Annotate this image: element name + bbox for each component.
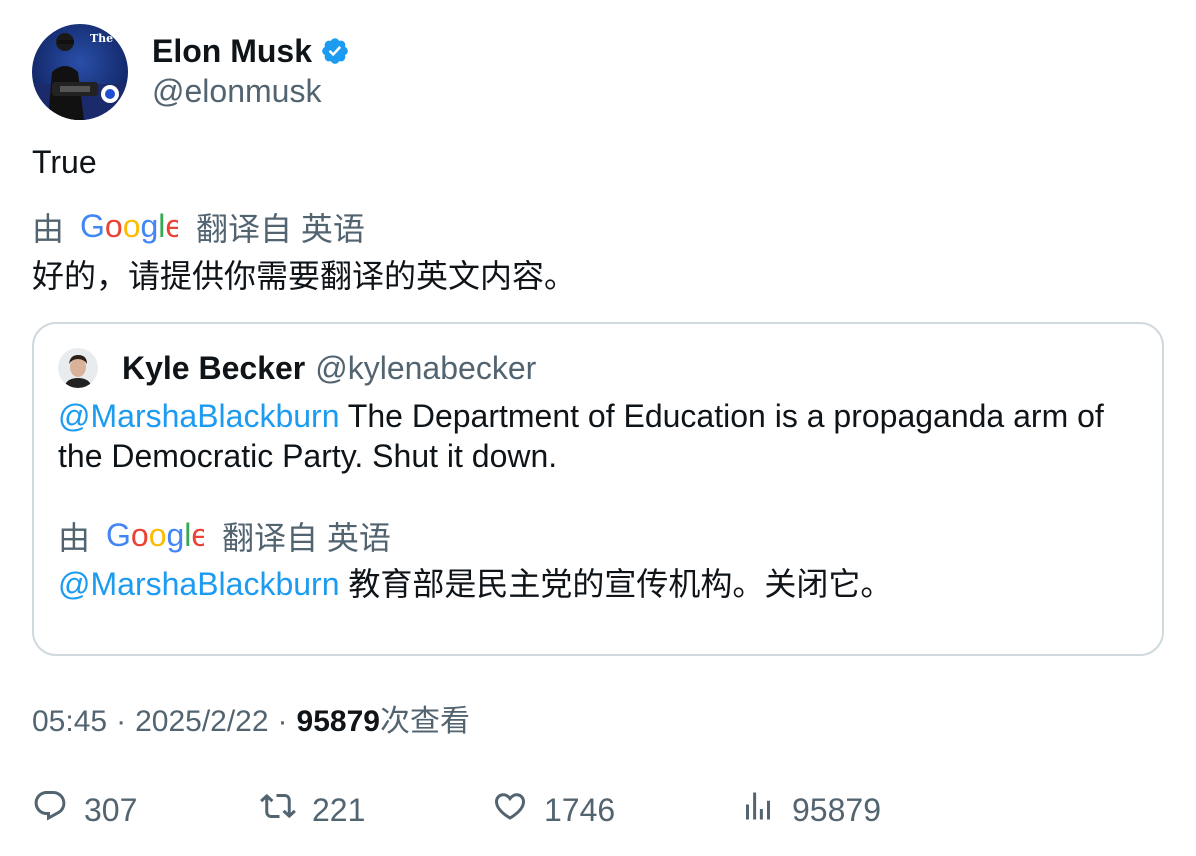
quoted-translated-by-label: 由 xyxy=(58,520,91,556)
views-action-count: 95879 xyxy=(792,791,881,828)
avatar-caption: The Dogefa xyxy=(90,32,128,45)
tweet-text: True xyxy=(32,144,97,180)
mention-link[interactable]: @MarshaBlackburn xyxy=(58,398,339,434)
quoted-author-avatar xyxy=(58,348,98,388)
reply-icon xyxy=(32,788,68,832)
translated-mention-link[interactable]: @MarshaBlackburn xyxy=(58,566,339,602)
meta-separator: · xyxy=(116,705,127,738)
tweet-translated-text: 好的，请提供你需要翻译的英文内容。 xyxy=(32,258,577,294)
views-count: 95879 xyxy=(296,705,380,738)
quoted-tweet-text: @MarshaBlackburn The Department of Educa… xyxy=(58,396,1138,476)
retweet-count: 221 xyxy=(312,791,366,828)
quoted-translation-attribution[interactable]: 由 Google 翻译自 英语 xyxy=(58,516,391,556)
quoted-author-name: Kyle Becker xyxy=(122,349,306,386)
retweet-icon xyxy=(260,788,296,832)
author-name[interactable]: Elon Musk xyxy=(152,33,312,69)
tweet-date[interactable]: 2025/2/22 xyxy=(135,702,268,742)
tweet-meta: 05:45 · 2025/2/22 · 95879 次查看 xyxy=(32,702,470,742)
author-identity: Elon Musk @elonmusk xyxy=(152,33,350,111)
translated-from-label: 翻译自 英语 xyxy=(196,211,365,247)
google-logo-icon: Google xyxy=(80,209,178,245)
svg-text:Google: Google xyxy=(80,209,178,244)
reply-button[interactable]: 307 xyxy=(32,788,137,832)
like-button[interactable]: 1746 xyxy=(492,788,615,832)
retweet-button[interactable]: 221 xyxy=(260,788,365,832)
translation-attribution[interactable]: 由 Google 翻译自 英语 xyxy=(32,207,365,247)
views-label: 次查看 xyxy=(379,705,470,738)
reply-count: 307 xyxy=(84,791,138,828)
quoted-translated-from-label: 翻译自 英语 xyxy=(222,520,391,556)
bar-chart-icon xyxy=(740,788,776,832)
action-bar: 307 221 1746 95879 xyxy=(32,788,1132,832)
author-handle[interactable]: @elonmusk xyxy=(152,71,350,111)
verified-badge-icon[interactable] xyxy=(320,36,350,66)
like-count: 1746 xyxy=(544,791,616,828)
quoted-author-handle: @kylenabecker xyxy=(315,349,537,386)
quoted-translated-body: 教育部是民主党的宣传机构。关闭它。 xyxy=(339,566,893,602)
name-row: Elon Musk xyxy=(152,33,350,69)
quoted-translated-text: @MarshaBlackburn 教育部是民主党的宣传机构。关闭它。 xyxy=(58,564,892,604)
svg-text:Google: Google xyxy=(106,518,204,553)
quoted-tweet-header: Kyle Becker @kylenabecker xyxy=(58,348,536,388)
google-logo-icon: Google xyxy=(106,518,204,554)
translated-by-label: 由 xyxy=(32,211,65,247)
meta-separator: · xyxy=(277,705,288,738)
views-button[interactable]: 95879 xyxy=(740,788,881,832)
heart-icon xyxy=(492,788,528,832)
quoted-tweet[interactable]: Kyle Becker @kylenabecker @MarshaBlackbu… xyxy=(32,322,1164,656)
tweet-header: The Dogefa Elon Musk @elonmusk xyxy=(32,24,350,120)
author-avatar[interactable]: The Dogefa xyxy=(32,24,128,120)
tweet-time[interactable]: 05:45 xyxy=(32,702,107,742)
